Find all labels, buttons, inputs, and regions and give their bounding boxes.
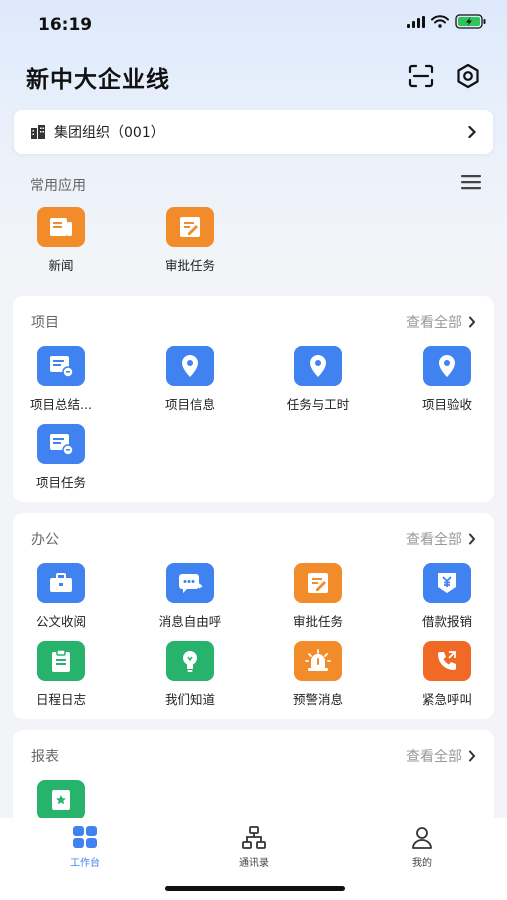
gear-icon <box>457 63 479 89</box>
app-label: 项目信息 <box>164 397 215 412</box>
tab-label: 工作台 <box>70 858 100 869</box>
app-label: 项目验收 <box>421 397 472 412</box>
app-label: 预警消息 <box>292 692 343 707</box>
settings-button[interactable] <box>453 62 483 90</box>
tab-mine[interactable]: 我的 <box>372 826 472 869</box>
star-bookmark-icon <box>37 780 85 820</box>
app-label: 我们知道 <box>164 692 215 707</box>
wifi-icon <box>431 15 449 28</box>
status-bar: 16:19 <box>0 0 507 50</box>
app-emergency-call[interactable]: 紧急呼叫 <box>402 641 492 708</box>
project-task-icon <box>37 424 85 464</box>
app-label: 日程日志 <box>35 692 86 707</box>
app-alert-message[interactable]: 预警消息 <box>273 641 363 708</box>
app-label: 借款报销 <box>421 614 472 629</box>
office-title: 办公 <box>31 532 59 548</box>
chevron-right-icon <box>469 533 476 545</box>
app-message-call[interactable]: 消息自由呼 <box>145 563 235 630</box>
page-title: 新中大企业线 <box>26 67 170 93</box>
org-chart-icon <box>242 826 266 849</box>
app-label: 审批任务 <box>292 614 343 629</box>
location-pin-icon <box>294 346 342 386</box>
menu-icon <box>461 175 481 190</box>
phone-call-icon <box>423 641 471 681</box>
app-document-review[interactable]: 公文收阅 <box>16 563 106 630</box>
app-task-hours[interactable]: 任务与工时 <box>273 346 363 413</box>
app-label: 公文收阅 <box>35 614 86 629</box>
project-summary-icon <box>37 346 85 386</box>
news-icon <box>37 207 85 247</box>
org-label: 集团组织（001） <box>54 125 165 141</box>
app-news[interactable]: 新闻 <box>16 207 106 274</box>
common-apps-title: 常用应用 <box>30 178 86 194</box>
project-view-all[interactable]: 查看全部 <box>406 312 476 332</box>
report-view-all[interactable]: 查看全部 <box>406 746 476 766</box>
app-approval-task[interactable]: 审批任务 <box>145 207 235 274</box>
tab-label: 通讯录 <box>239 858 269 869</box>
user-icon <box>412 827 432 849</box>
app-label: 项目任务 <box>35 475 86 490</box>
report-title: 报表 <box>31 749 59 765</box>
app-label: 审批任务 <box>164 258 215 273</box>
app-label: 新闻 <box>48 258 74 273</box>
scan-button[interactable] <box>406 62 436 90</box>
org-selector[interactable]: 集团组织（001） <box>14 110 493 154</box>
chat-forward-icon <box>166 563 214 603</box>
home-indicator <box>165 886 345 891</box>
app-schedule-log[interactable]: 日程日志 <box>16 641 106 708</box>
status-time: 16:19 <box>38 15 93 35</box>
tab-label: 我的 <box>412 858 432 869</box>
location-pin-icon <box>423 346 471 386</box>
tab-workbench[interactable]: 工作台 <box>35 826 135 869</box>
yen-download-icon <box>423 563 471 603</box>
chevron-right-icon <box>468 125 477 139</box>
approval-icon <box>294 563 342 603</box>
grid-icon <box>73 826 97 848</box>
app-label: 紧急呼叫 <box>421 692 472 707</box>
app-loan-reimburse[interactable]: 借款报销 <box>402 563 492 630</box>
approval-icon <box>166 207 214 247</box>
app-project-summary[interactable]: 项目总结... <box>16 346 106 413</box>
chevron-right-icon <box>469 316 476 328</box>
building-icon <box>31 125 45 139</box>
alarm-icon <box>294 641 342 681</box>
status-icons <box>407 14 487 29</box>
location-pin-icon <box>166 346 214 386</box>
clipboard-icon <box>37 641 85 681</box>
scan-icon <box>408 64 434 88</box>
app-project-task[interactable]: 项目任务 <box>16 424 106 491</box>
app-approval-task-office[interactable]: 审批任务 <box>273 563 363 630</box>
menu-button[interactable] <box>460 174 486 194</box>
office-view-all[interactable]: 查看全部 <box>406 529 476 549</box>
app-report[interactable] <box>16 780 106 820</box>
signal-icon <box>407 15 425 28</box>
project-title: 项目 <box>31 315 59 331</box>
battery-charging-icon <box>455 14 486 29</box>
lightbulb-icon <box>166 641 214 681</box>
briefcase-icon <box>37 563 85 603</box>
app-label: 任务与工时 <box>286 397 350 412</box>
app-project-info[interactable]: 项目信息 <box>145 346 235 413</box>
app-label: 消息自由呼 <box>158 614 222 629</box>
app-label: 项目总结... <box>30 397 92 412</box>
chevron-right-icon <box>469 750 476 762</box>
app-project-acceptance[interactable]: 项目验收 <box>402 346 492 413</box>
app-we-know[interactable]: 我们知道 <box>145 641 235 708</box>
tab-contacts[interactable]: 通讯录 <box>204 826 304 869</box>
